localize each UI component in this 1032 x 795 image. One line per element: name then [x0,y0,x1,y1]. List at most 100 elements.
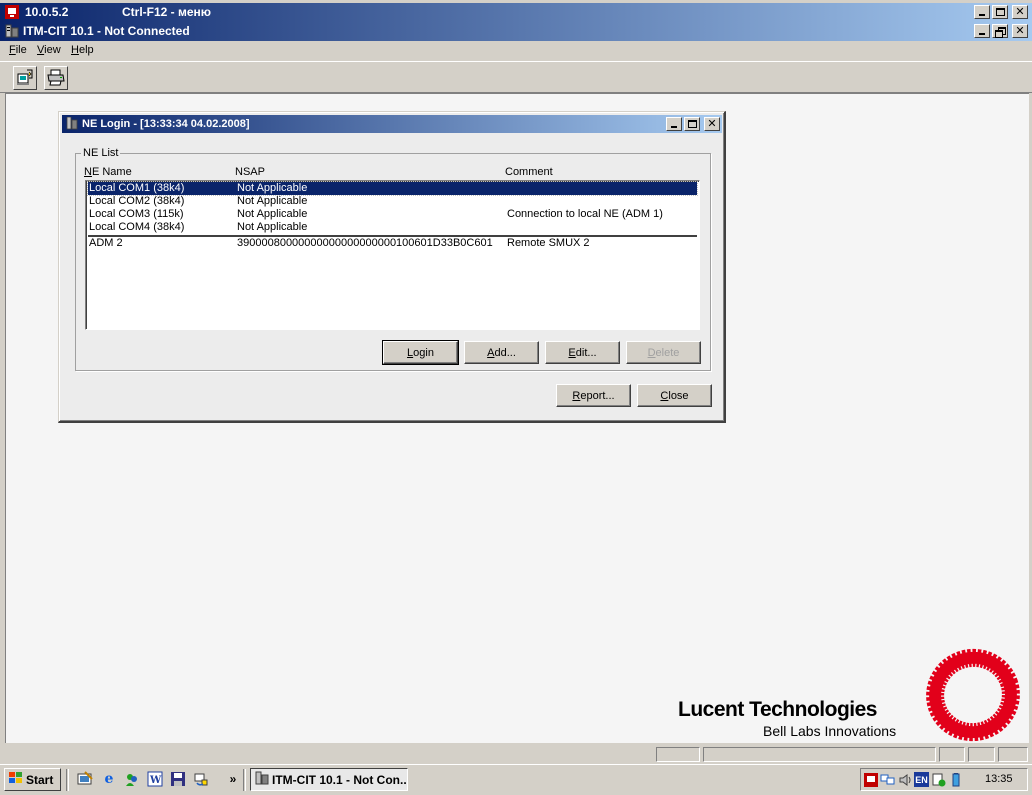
app-title: ITM-CIT 10.1 - Not Connected [23,24,190,38]
column-header-comment[interactable]: Comment [505,166,553,178]
list-item[interactable]: Local COM4 (38k4) Not Applicable [88,221,697,234]
status-pane-4 [968,747,995,762]
company-tagline: Bell Labs Innovations [763,723,897,739]
remote-session-hint: Ctrl-F12 - меню [122,5,212,19]
nsap-cell: Not Applicable [237,221,308,233]
column-header-ne-name[interactable]: NE Name [84,166,132,178]
save-icon[interactable] [169,770,187,788]
maximize-icon [687,120,697,128]
app-close-button[interactable]: ✕ [1012,24,1028,38]
app-restore-button[interactable] [992,24,1008,38]
toolbar [0,61,1032,93]
dialog-title: NE Login - [13:33:34 04.02.2008] [82,118,250,130]
status-bar [0,745,1032,764]
report-button[interactable]: Report... [556,384,631,407]
app-icon [5,24,19,38]
taskbar-item-label: ITM-CIT 10.1 - Not Con... [272,772,408,787]
menu-help[interactable]: Help [71,44,94,56]
remote-desktop-icon [5,5,19,19]
app-minimize-button[interactable] [974,24,990,38]
delete-button[interactable]: Delete [626,341,701,364]
delete-button-label: Delete [647,346,680,359]
close-dialog-button-label: Close [660,389,689,402]
update-tray-icon[interactable] [931,772,946,787]
ne-name-cell: Local COM1 (38k4) [89,182,185,194]
print-toolbar-button[interactable] [44,66,68,90]
ne-login-dialog: NE Login - [13:33:34 04.02.2008] ✕ NE Li… [58,111,726,423]
language-indicator[interactable]: EN [914,772,929,787]
menu-view[interactable]: View [37,44,61,56]
sync-icon[interactable] [192,770,210,788]
ne-list[interactable]: Local COM1 (38k4) Not Applicable Local C… [85,180,700,330]
app-icon [255,771,269,788]
dialog-minimize-button[interactable] [666,117,682,131]
restore-icon [995,26,1006,38]
close-dialog-button[interactable]: Close [637,384,712,407]
minimize-button[interactable] [974,5,990,19]
start-label: Start [26,772,54,787]
status-pane-1 [656,747,700,762]
comment-cell: Connection to local NE (ADM 1) [507,208,663,220]
volume-tray-icon[interactable] [897,772,912,787]
close-button[interactable]: ✕ [1012,5,1028,19]
close-icon: ✕ [1015,24,1025,37]
maximize-button[interactable] [992,5,1008,19]
menu-file[interactable]: File [9,44,27,56]
dialog-close-button[interactable]: ✕ [704,117,720,131]
ne-list-label: NE List [81,147,121,159]
column-header-nsap[interactable]: NSAP [235,166,265,178]
app-titlebar: ITM-CIT 10.1 - Not Connected ✕ [0,22,1032,41]
nsap-cell: Not Applicable [237,182,308,194]
start-button[interactable]: Start [4,768,61,791]
list-item[interactable]: Local COM3 (115k) Not Applicable Connect… [88,208,697,221]
nsap-cell: Not Applicable [237,195,308,207]
list-item[interactable]: ADM 2 39000080000000000000000000100601D3… [88,237,697,250]
ne-name-cell: ADM 2 [89,237,123,249]
show-desktop-icon[interactable] [76,770,94,788]
remote-session-titlebar: 10.0.5.2 Ctrl-F12 - меню ✕ [0,3,1032,22]
taskbar-grip [243,769,246,791]
dialog-maximize-button[interactable] [684,117,700,131]
add-button-label: Add... [487,346,516,359]
edit-button[interactable]: Edit... [545,341,620,364]
login-toolbar-button[interactable] [13,66,37,90]
network-tray-icon[interactable] [880,772,895,787]
list-item[interactable]: Local COM1 (38k4) Not Applicable [87,181,698,196]
edit-button-label: Edit... [568,346,597,359]
remote-desktop-tray-icon[interactable] [863,772,878,787]
system-tray: EN 13:35 [860,768,1028,791]
status-pane-3 [939,747,965,762]
battery-tray-icon[interactable] [948,772,963,787]
dialog-app-icon [66,116,78,130]
minimize-icon [671,126,677,128]
dialog-titlebar[interactable]: NE Login - [13:33:34 04.02.2008] ✕ [62,115,722,133]
comment-cell: Remote SMUX 2 [507,237,590,249]
messenger-icon[interactable] [123,770,141,788]
status-pane-5 [998,747,1028,762]
ne-name-cell: Local COM3 (115k) [89,208,184,220]
nsap-cell: 39000080000000000000000000100601D33B0C60… [237,237,493,249]
print-toolbar-icon [47,68,65,89]
lucent-innovation-ring-logo [924,647,1022,743]
list-item[interactable]: Local COM2 (38k4) Not Applicable [88,195,697,208]
status-pane-2 [703,747,936,762]
taskbar: Start e W » ITM-CIT 10.1 - Not Con... EN [0,764,1032,795]
company-name: Lucent Technologies [678,698,877,721]
status-pane-main [6,747,652,762]
svg-text:W: W [149,775,162,786]
word-icon[interactable]: W [146,770,164,788]
taskbar-grip [66,769,69,791]
internet-explorer-icon[interactable]: e [100,770,118,788]
taskbar-item-itm-cit[interactable]: ITM-CIT 10.1 - Not Con... [250,768,408,791]
windows-logo-icon [8,771,24,788]
remote-session-title: 10.0.5.2 [25,5,69,19]
minimize-icon [979,14,985,16]
login-button[interactable]: Login [382,340,459,365]
clock[interactable]: 13:35 [985,773,1013,785]
menu-bar: File View Help [0,41,1032,61]
close-icon: ✕ [707,117,717,130]
add-button[interactable]: Add... [464,341,539,364]
nsap-cell: Not Applicable [237,208,308,220]
quicklaunch-chevron[interactable]: » [224,770,242,788]
close-icon: ✕ [1015,5,1025,18]
